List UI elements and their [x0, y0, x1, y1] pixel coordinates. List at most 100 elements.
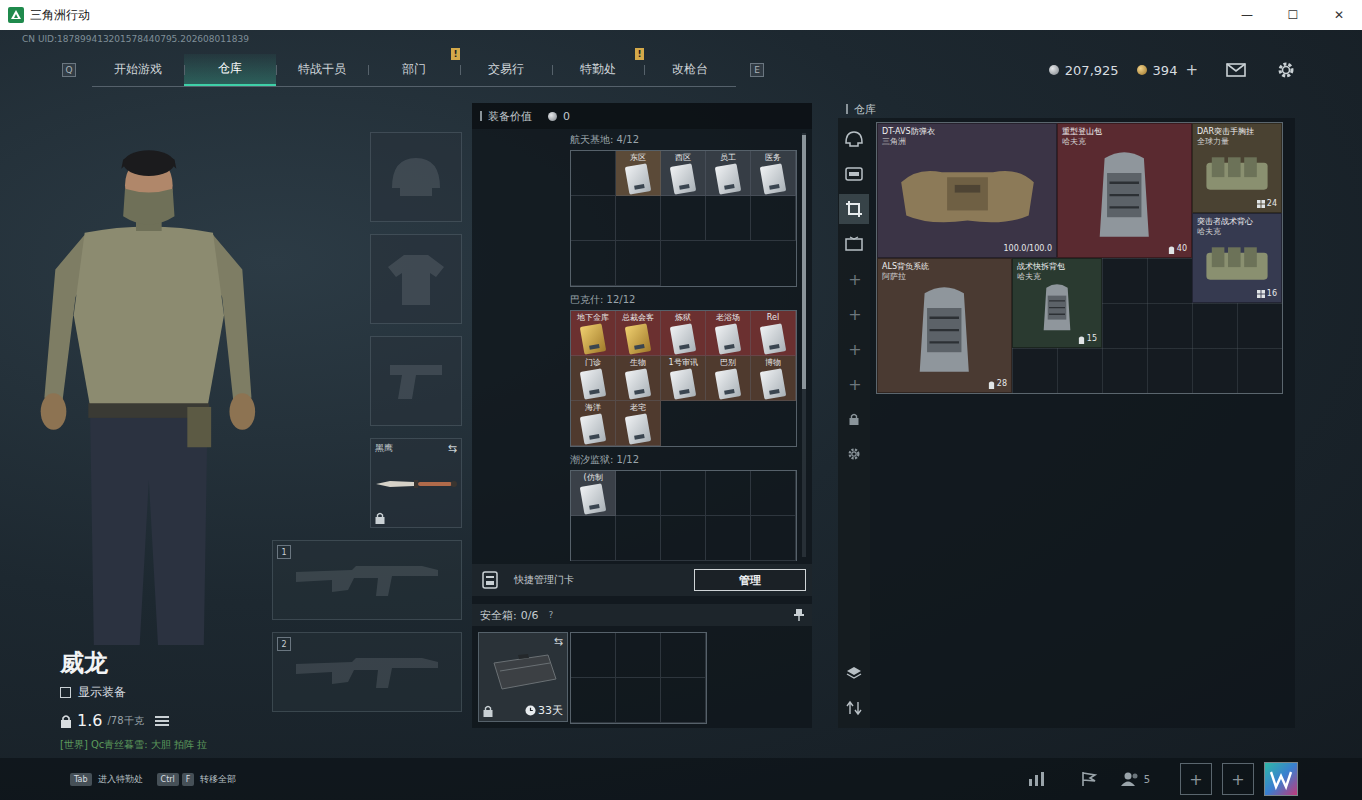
keycard-scrollbar[interactable]	[802, 133, 806, 557]
keycard-empty-slot[interactable]	[571, 241, 616, 286]
melee-swap-button[interactable]: ⇆	[448, 442, 457, 455]
keycard-empty-slot[interactable]	[661, 516, 706, 561]
pin-icon[interactable]	[794, 609, 804, 621]
player-avatar-icon[interactable]	[1264, 762, 1298, 796]
keycard[interactable]: (仿制	[571, 471, 616, 516]
keycard[interactable]: 医务	[751, 151, 796, 196]
friends-button[interactable]: 5	[1120, 771, 1150, 787]
add-currency-button[interactable]: +	[1185, 61, 1198, 79]
keycard[interactable]: 巴别	[706, 356, 751, 401]
key-hint[interactable]: Tab进入特勤处	[70, 773, 143, 786]
keycard[interactable]: 总裁会客	[616, 311, 661, 356]
window-control-button[interactable]: ✕	[1316, 0, 1362, 30]
helmet-slot[interactable]	[370, 132, 462, 222]
warehouse-item[interactable]: DT-AVS防弹衣三角洲100.0/100.0	[877, 123, 1057, 258]
keycard[interactable]: 海洋	[571, 401, 616, 446]
keycard-empty-slot[interactable]	[751, 196, 796, 241]
nav-tab[interactable]: 部门!	[368, 54, 460, 86]
keycard[interactable]: 1号审讯	[661, 356, 706, 401]
safe-box-slot[interactable]	[616, 678, 661, 723]
nav-right-key[interactable]: E	[750, 63, 764, 77]
warehouse-item[interactable]: DAR突击手胸挂全球力量24	[1192, 123, 1282, 213]
melee-slot[interactable]: 黑鹰⇆	[370, 438, 462, 528]
warehouse-item[interactable]: 突击者战术背心哈夫克16	[1192, 213, 1282, 303]
warehouse-tab[interactable]	[839, 229, 869, 259]
warehouse-item[interactable]: 重型登山包哈夫克40	[1057, 123, 1192, 258]
keycard-empty-slot[interactable]	[706, 516, 751, 561]
keycard[interactable]: 老宅	[616, 401, 661, 446]
keycard-empty-slot[interactable]	[706, 471, 751, 516]
settings-gear-icon[interactable]	[1276, 60, 1296, 80]
safe-box-slot[interactable]	[661, 678, 706, 723]
keycard-empty-slot[interactable]	[616, 471, 661, 516]
safe-box-help[interactable]: ?	[548, 610, 553, 620]
window-control-button[interactable]: —	[1224, 0, 1270, 30]
safe-box-swap-button[interactable]: ⇆	[554, 636, 563, 647]
keycard[interactable]: 博物	[751, 356, 796, 401]
keycard[interactable]: 西区	[661, 151, 706, 196]
keycard-empty-slot[interactable]	[571, 516, 616, 561]
keycard-empty-slot[interactable]	[616, 241, 661, 286]
warehouse-tab[interactable]	[839, 194, 869, 224]
flag-icon[interactable]	[1080, 771, 1098, 787]
nav-tab[interactable]: 改枪台	[644, 54, 736, 86]
manage-button[interactable]: 管理	[694, 569, 806, 591]
add-warehouse-tab-button[interactable]: +	[840, 299, 870, 329]
keycard-empty-slot[interactable]	[571, 151, 616, 196]
keycard[interactable]: 炼狱	[661, 311, 706, 356]
warehouse-tab[interactable]	[839, 124, 869, 154]
layers-button[interactable]	[839, 658, 869, 688]
show-gear-checkbox[interactable]	[60, 687, 71, 698]
nav-tab[interactable]: 交易行	[460, 54, 552, 86]
operator-model[interactable]	[0, 132, 272, 645]
keycard-empty-slot[interactable]	[706, 196, 751, 241]
keycard-empty-slot[interactable]	[661, 196, 706, 241]
pistol-slot[interactable]	[370, 336, 462, 426]
keycard-empty-slot[interactable]	[661, 471, 706, 516]
warehouse-item[interactable]: 战术快拆背包哈夫克15	[1012, 258, 1102, 348]
add-warehouse-tab-button[interactable]: +	[840, 334, 870, 364]
add-warehouse-tab-button[interactable]: +	[840, 264, 870, 294]
add-warehouse-tab-button[interactable]: +	[840, 369, 870, 399]
world-chat-line[interactable]: [世界] Qc青丝暮雪: 大胆 拍阵 拉	[60, 738, 272, 752]
keycard[interactable]: 生物	[616, 356, 661, 401]
nav-tab[interactable]: 特勤处!	[552, 54, 644, 86]
stats-chart-icon[interactable]	[1028, 771, 1046, 787]
nav-tab[interactable]: 仓库	[184, 54, 276, 86]
nav-tab[interactable]: 特战干员	[276, 54, 368, 86]
keycard-empty-slot[interactable]	[751, 471, 796, 516]
warehouse-tab[interactable]	[839, 159, 869, 189]
team-slot-button[interactable]: +	[1222, 763, 1254, 795]
keycard-empty-slot[interactable]	[616, 196, 661, 241]
keycard[interactable]: 老浴场	[706, 311, 751, 356]
safe-box-item[interactable]: ⇆33天	[478, 632, 568, 722]
keycard-empty-slot[interactable]	[571, 196, 616, 241]
keycard-label: 老浴场	[716, 313, 740, 323]
key-hint[interactable]: CtrlF转移全部	[157, 773, 237, 786]
safe-box-slot[interactable]	[571, 633, 616, 678]
keycard[interactable]: 地下金库	[571, 311, 616, 356]
warehouse-settings-button[interactable]	[839, 439, 869, 469]
safe-box-slot[interactable]	[616, 633, 661, 678]
list-icon[interactable]	[155, 715, 169, 727]
warehouse-item[interactable]: ALS背负系统阿萨拉28	[877, 258, 1012, 393]
nav-left-key[interactable]: Q	[62, 63, 76, 77]
keycard[interactable]: 员工	[706, 151, 751, 196]
keycard[interactable]: 东区	[616, 151, 661, 196]
mail-icon[interactable]	[1226, 62, 1246, 78]
safe-box-slot[interactable]	[661, 633, 706, 678]
keycard[interactable]: 门诊	[571, 356, 616, 401]
sort-button[interactable]	[839, 693, 869, 723]
lock-button[interactable]	[839, 404, 869, 434]
safe-box-slot[interactable]	[571, 678, 616, 723]
show-gear-toggle[interactable]: 显示装备	[60, 684, 272, 701]
team-slot-button[interactable]: +	[1180, 763, 1212, 795]
weapon-slot[interactable]: 2	[272, 632, 462, 712]
window-control-button[interactable]: ☐	[1270, 0, 1316, 30]
weapon-slot[interactable]: 1	[272, 540, 462, 620]
keycard[interactable]: Rel	[751, 311, 796, 356]
nav-tab[interactable]: 开始游戏	[92, 54, 184, 86]
keycard-empty-slot[interactable]	[751, 516, 796, 561]
armor-slot[interactable]	[370, 234, 462, 324]
keycard-empty-slot[interactable]	[616, 516, 661, 561]
